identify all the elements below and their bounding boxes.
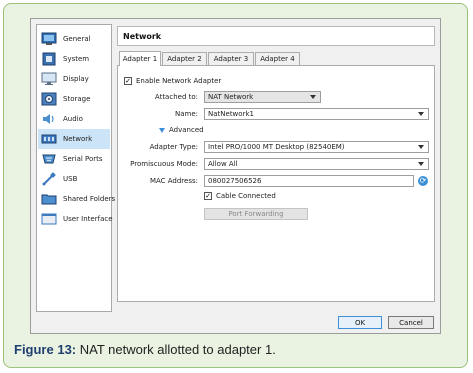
sidebar-item-label: Shared Folders xyxy=(63,195,116,203)
cable-connected-checkbox[interactable]: ✓ Cable Connected xyxy=(204,192,276,200)
main-panel: Network Adapter 1 Adapter 2 Adapter 3 Ad… xyxy=(117,24,435,312)
settings-sidebar: General System Display Storage Audio Net… xyxy=(36,24,115,312)
adapter-tabs: Adapter 1 Adapter 2 Adapter 3 Adapter 4 xyxy=(117,51,435,66)
tab-adapter-2[interactable]: Adapter 2 xyxy=(162,52,207,65)
sidebar-item-label: Audio xyxy=(63,115,83,123)
tab-adapter-1[interactable]: Adapter 1 xyxy=(119,51,161,66)
general-icon xyxy=(41,31,57,47)
sidebar-item-label: User Interface xyxy=(63,215,113,223)
tab-adapter-3[interactable]: Adapter 3 xyxy=(208,52,254,65)
promiscuous-mode-value: Allow All xyxy=(208,160,238,168)
sidebar-item-usb[interactable]: USB xyxy=(38,169,110,189)
sidebar-item-serial-ports[interactable]: Serial Ports xyxy=(38,149,110,169)
attached-to-select[interactable]: NAT Network xyxy=(204,91,321,103)
sidebar-item-storage[interactable]: Storage xyxy=(38,89,110,109)
chevron-down-icon xyxy=(310,95,316,99)
serial-ports-icon xyxy=(41,151,57,167)
mac-address-field[interactable]: 080027506526 xyxy=(204,175,414,187)
page-title-bar: Network xyxy=(117,26,435,46)
name-label: Name: xyxy=(174,110,198,118)
advanced-toggle[interactable]: Advanced xyxy=(159,126,204,134)
tab-adapter-4[interactable]: Adapter 4 xyxy=(255,52,300,65)
figure-caption-text: NAT network allotted to adapter 1. xyxy=(76,342,276,357)
chevron-down-icon xyxy=(418,112,424,116)
cable-connected-label: Cable Connected xyxy=(216,192,276,200)
sidebar-item-audio[interactable]: Audio xyxy=(38,109,110,129)
attached-to-label: Attached to: xyxy=(154,93,198,101)
chevron-down-icon xyxy=(418,145,424,149)
adapter-type-select[interactable]: Intel PRO/1000 MT Desktop (82540EM) xyxy=(204,141,429,153)
sidebar-item-general[interactable]: General xyxy=(38,29,110,49)
figure-caption-prefix: Figure 13: xyxy=(14,342,77,357)
adapter-1-panel: ✓ Enable Network Adapter Attached to: NA… xyxy=(117,65,435,302)
port-forwarding-button[interactable]: Port Forwarding xyxy=(204,208,308,220)
sidebar-item-label: Serial Ports xyxy=(63,155,103,163)
network-icon xyxy=(41,131,57,147)
mac-address-label: MAC Address: xyxy=(149,177,198,185)
settings-window: General System Display Storage Audio Net… xyxy=(30,18,441,334)
chevron-down-icon xyxy=(418,162,424,166)
page-title: Network xyxy=(123,31,162,41)
promiscuous-mode-label: Promiscuous Mode: xyxy=(130,160,198,168)
system-icon xyxy=(41,51,57,67)
enable-adapter-label: Enable Network Adapter xyxy=(136,77,222,85)
sidebar-item-display[interactable]: Display xyxy=(38,69,110,89)
adapter-type-value: Intel PRO/1000 MT Desktop (82540EM) xyxy=(208,143,345,151)
checkbox-checked-icon: ✓ xyxy=(204,192,212,200)
usb-icon xyxy=(41,171,57,187)
sidebar-item-shared-folders[interactable]: Shared Folders xyxy=(38,189,115,209)
sidebar-item-label: System xyxy=(63,55,90,63)
user-interface-icon xyxy=(41,211,57,227)
refresh-mac-icon[interactable]: ⟳ xyxy=(418,176,428,186)
attached-to-value: NAT Network xyxy=(208,93,254,101)
advanced-label: Advanced xyxy=(169,126,204,134)
ok-button[interactable]: OK xyxy=(338,316,382,329)
sidebar-item-label: General xyxy=(63,35,91,43)
sidebar-item-label: Network xyxy=(63,135,93,143)
audio-icon xyxy=(41,111,57,127)
expand-triangle-icon xyxy=(159,127,165,133)
network-name-value: NatNetwork1 xyxy=(208,110,254,118)
adapter-type-label: Adapter Type: xyxy=(149,143,198,151)
sidebar-item-label: USB xyxy=(63,175,78,183)
mac-address-value: 080027506526 xyxy=(208,177,262,185)
sidebar-item-system[interactable]: System xyxy=(38,49,110,69)
sidebar-item-label: Display xyxy=(63,75,89,83)
sidebar-item-user-interface[interactable]: User Interface xyxy=(38,209,113,229)
figure-caption: Figure 13: NAT network allotted to adapt… xyxy=(14,342,276,357)
sidebar-item-network[interactable]: Network xyxy=(38,129,110,149)
shared-folders-icon xyxy=(41,191,57,207)
network-name-select[interactable]: NatNetwork1 xyxy=(204,108,429,120)
sidebar-item-label: Storage xyxy=(63,95,91,103)
cancel-button[interactable]: Cancel xyxy=(388,316,434,329)
display-icon xyxy=(41,71,57,87)
storage-icon xyxy=(41,91,57,107)
enable-adapter-checkbox[interactable]: ✓ Enable Network Adapter xyxy=(124,77,221,85)
promiscuous-mode-select[interactable]: Allow All xyxy=(204,158,429,170)
checkbox-checked-icon: ✓ xyxy=(124,77,132,85)
